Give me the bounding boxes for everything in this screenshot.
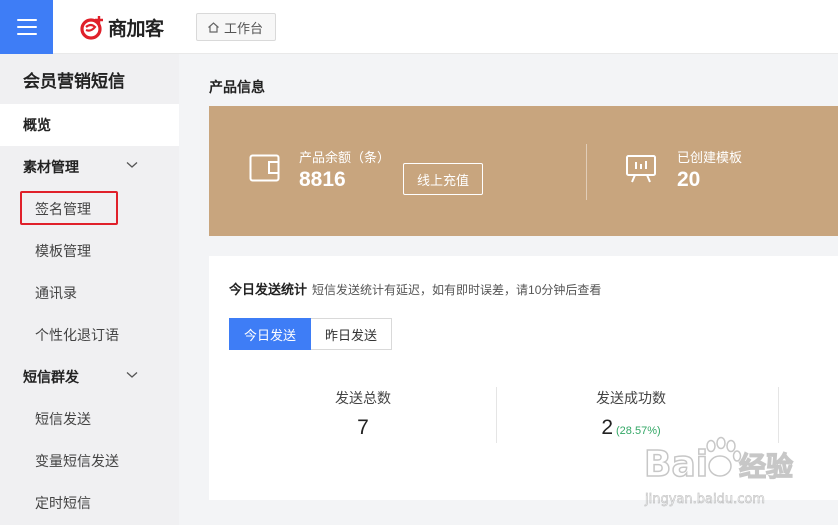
top-header: 商加客 工作台 (0, 0, 838, 54)
chevron-down-icon (126, 162, 138, 168)
tab-yesterday[interactable]: 昨日发送 (311, 318, 393, 350)
balance-value: 8816 (299, 168, 346, 191)
section-title-product: 产品信息 (209, 79, 265, 95)
balance-label: 产品余额（条） (299, 150, 391, 165)
sidebar-item-label: 变量短信发送 (35, 453, 119, 469)
sidebar-group-bulk-sms[interactable]: 短信群发 (0, 356, 179, 398)
stat-success-value-row: 2 (28.57%) (497, 416, 765, 440)
sidebar-item-label: 定时短信 (35, 495, 91, 511)
brand-name: 商加客 (108, 17, 164, 40)
sidebar: 会员营销短信 概览 素材管理 签名管理 模板管理 通讯录 个性化退订语 短信群发… (0, 54, 179, 525)
sidebar-item-label: 个性化退订语 (35, 327, 119, 343)
sidebar-item-signature[interactable]: 签名管理 (0, 188, 179, 230)
stat-total-value: 7 (357, 416, 369, 439)
stat-success-percent: (28.57%) (616, 425, 661, 437)
templates-created-value: 20 (677, 168, 701, 191)
sidebar-item-contacts[interactable]: 通讯录 (0, 272, 179, 314)
stat-success-label: 发送成功数 (596, 390, 666, 406)
stats-note: 短信发送统计有延迟，如有即时误差，请10分钟后查看 (312, 283, 602, 297)
hamburger-menu-icon[interactable] (0, 0, 53, 54)
sidebar-item-overview[interactable]: 概览 (0, 104, 179, 146)
sidebar-item-label: 通讯录 (35, 285, 77, 301)
sidebar-item-label: 素材管理 (23, 159, 79, 175)
home-icon (208, 21, 219, 33)
stat-divider (778, 387, 779, 443)
sidebar-title: 会员营销短信 (23, 71, 125, 91)
stats-tabs: 今日发送 昨日发送 (229, 318, 393, 350)
sidebar-item-label: 短信群发 (23, 369, 79, 385)
sidebar-item-unsubscribe-text[interactable]: 个性化退订语 (0, 314, 179, 356)
chevron-down-icon (126, 372, 138, 378)
sidebar-item-label: 概览 (23, 117, 51, 133)
breadcrumb-workbench[interactable]: 工作台 (196, 13, 277, 41)
sidebar-item-variable-sms[interactable]: 变量短信发送 (0, 440, 179, 482)
today-stats-card: 今日发送统计 短信发送统计有延迟，如有即时误差，请10分钟后查看 今日发送 昨日… (209, 256, 838, 500)
sidebar-item-sms-send[interactable]: 短信发送 (0, 398, 179, 440)
recharge-button[interactable]: 线上充值 (403, 163, 483, 195)
sidebar-item-templates[interactable]: 模板管理 (0, 230, 179, 272)
highlight-box (20, 191, 118, 225)
templates-created-label: 已创建模板 (677, 150, 743, 165)
sidebar-item-label: 短信发送 (35, 411, 91, 427)
sidebar-item-label: 模板管理 (35, 243, 91, 259)
tab-today[interactable]: 今日发送 (229, 318, 312, 350)
sidebar-group-materials[interactable]: 素材管理 (0, 146, 179, 188)
card-divider (586, 144, 587, 200)
stat-total: 发送总数 7 (229, 388, 497, 440)
stats-header: 今日发送统计 短信发送统计有延迟，如有即时误差，请10分钟后查看 (229, 279, 601, 298)
sidebar-item-scheduled-sms[interactable]: 定时短信 (0, 482, 179, 524)
logo-mark-icon (80, 14, 106, 40)
presentation-board-icon (626, 155, 656, 183)
stat-total-label: 发送总数 (335, 390, 391, 406)
brand-logo[interactable]: 商加客 (80, 13, 164, 41)
wallet-icon (249, 154, 280, 182)
breadcrumb-label: 工作台 (224, 20, 264, 36)
product-info-card: 产品余额（条） 8816 线上充值 已创建模板 20 (209, 106, 838, 236)
stat-success-value: 2 (601, 416, 614, 439)
stats-title: 今日发送统计 (229, 282, 308, 297)
stat-success: 发送成功数 2 (28.57%) (497, 388, 765, 440)
